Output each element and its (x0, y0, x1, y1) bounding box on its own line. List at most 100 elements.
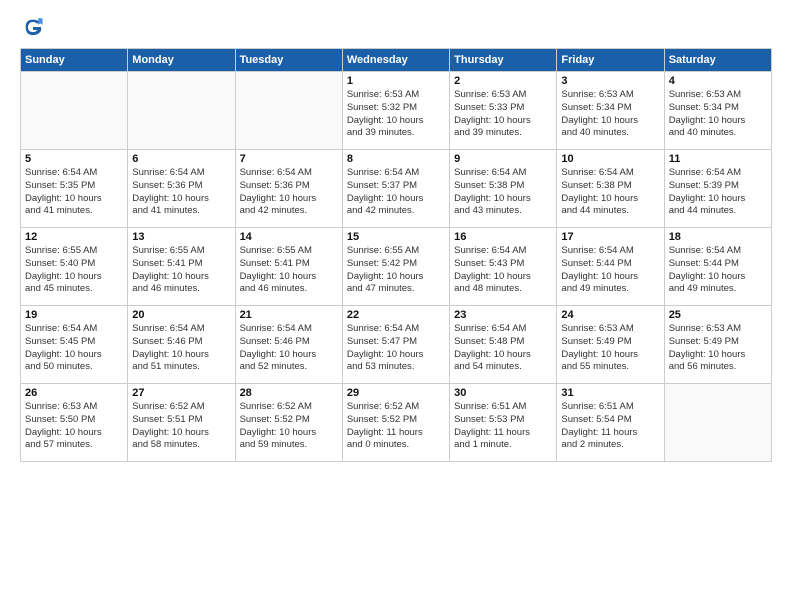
day-number: 14 (240, 231, 338, 243)
day-info: Sunrise: 6:54 AM Sunset: 5:48 PM Dayligh… (454, 323, 552, 374)
weekday-header-monday: Monday (128, 49, 235, 72)
page: SundayMondayTuesdayWednesdayThursdayFrid… (0, 0, 792, 612)
day-info: Sunrise: 6:54 AM Sunset: 5:36 PM Dayligh… (132, 167, 230, 218)
calendar-cell (128, 72, 235, 150)
day-info: Sunrise: 6:55 AM Sunset: 5:41 PM Dayligh… (132, 245, 230, 296)
calendar-cell: 27 Sunrise: 6:52 AM Sunset: 5:51 PM Dayli… (128, 384, 235, 462)
day-info: Sunrise: 6:55 AM Sunset: 5:42 PM Dayligh… (347, 245, 445, 296)
day-info: Sunrise: 6:54 AM Sunset: 5:47 PM Dayligh… (347, 323, 445, 374)
day-info: Sunrise: 6:54 AM Sunset: 5:46 PM Dayligh… (132, 323, 230, 374)
day-info: Sunrise: 6:53 AM Sunset: 5:34 PM Dayligh… (669, 89, 767, 140)
day-number: 17 (561, 231, 659, 243)
calendar-cell: 15 Sunrise: 6:55 AM Sunset: 5:42 PM Dayli… (342, 228, 449, 306)
calendar-cell: 7 Sunrise: 6:54 AM Sunset: 5:36 PM Daylig… (235, 150, 342, 228)
day-info: Sunrise: 6:51 AM Sunset: 5:54 PM Dayligh… (561, 401, 659, 452)
calendar-cell: 13 Sunrise: 6:55 AM Sunset: 5:41 PM Dayli… (128, 228, 235, 306)
day-info: Sunrise: 6:54 AM Sunset: 5:44 PM Dayligh… (669, 245, 767, 296)
calendar-cell: 19 Sunrise: 6:54 AM Sunset: 5:45 PM Dayli… (21, 306, 128, 384)
day-number: 29 (347, 387, 445, 399)
calendar-cell: 23 Sunrise: 6:54 AM Sunset: 5:48 PM Dayli… (450, 306, 557, 384)
calendar-cell: 24 Sunrise: 6:53 AM Sunset: 5:49 PM Dayli… (557, 306, 664, 384)
calendar-cell: 5 Sunrise: 6:54 AM Sunset: 5:35 PM Daylig… (21, 150, 128, 228)
day-number: 7 (240, 153, 338, 165)
day-info: Sunrise: 6:54 AM Sunset: 5:39 PM Dayligh… (669, 167, 767, 218)
day-info: Sunrise: 6:52 AM Sunset: 5:52 PM Dayligh… (240, 401, 338, 452)
day-number: 10 (561, 153, 659, 165)
day-info: Sunrise: 6:55 AM Sunset: 5:40 PM Dayligh… (25, 245, 123, 296)
logo (20, 16, 44, 38)
day-number: 11 (669, 153, 767, 165)
day-number: 5 (25, 153, 123, 165)
calendar-cell: 17Sunrise: 6:54 AM Sunset: 5:44 PM Dayli… (557, 228, 664, 306)
day-number: 27 (132, 387, 230, 399)
calendar-cell: 20 Sunrise: 6:54 AM Sunset: 5:46 PM Dayli… (128, 306, 235, 384)
header (20, 16, 772, 38)
day-number: 15 (347, 231, 445, 243)
calendar-cell (21, 72, 128, 150)
day-info: Sunrise: 6:54 AM Sunset: 5:35 PM Dayligh… (25, 167, 123, 218)
calendar-cell: 1 Sunrise: 6:53 AM Sunset: 5:32 PM Daylig… (342, 72, 449, 150)
day-number: 2 (454, 75, 552, 87)
day-number: 6 (132, 153, 230, 165)
calendar-week-row: 26Sunrise: 6:53 AM Sunset: 5:50 PM Dayli… (21, 384, 772, 462)
calendar-cell: 31 Sunrise: 6:51 AM Sunset: 5:54 PM Dayli… (557, 384, 664, 462)
weekday-header-thursday: Thursday (450, 49, 557, 72)
calendar-cell: 29 Sunrise: 6:52 AM Sunset: 5:52 PM Dayli… (342, 384, 449, 462)
calendar-cell: 12 Sunrise: 6:55 AM Sunset: 5:40 PM Dayli… (21, 228, 128, 306)
day-info: Sunrise: 6:53 AM Sunset: 5:49 PM Dayligh… (669, 323, 767, 374)
day-info: Sunrise: 6:53 AM Sunset: 5:34 PM Dayligh… (561, 89, 659, 140)
day-info: Sunrise: 6:54 AM Sunset: 5:38 PM Dayligh… (454, 167, 552, 218)
day-number: 31 (561, 387, 659, 399)
calendar-cell: 6 Sunrise: 6:54 AM Sunset: 5:36 PM Daylig… (128, 150, 235, 228)
calendar-week-row: 5 Sunrise: 6:54 AM Sunset: 5:35 PM Daylig… (21, 150, 772, 228)
day-info: Sunrise: 6:54 AM Sunset: 5:37 PM Dayligh… (347, 167, 445, 218)
day-info: Sunrise: 6:54 AM Sunset: 5:46 PM Dayligh… (240, 323, 338, 374)
day-info: Sunrise: 6:54 AM Sunset: 5:36 PM Dayligh… (240, 167, 338, 218)
calendar-cell: 11 Sunrise: 6:54 AM Sunset: 5:39 PM Dayli… (664, 150, 771, 228)
day-number: 1 (347, 75, 445, 87)
day-number: 4 (669, 75, 767, 87)
day-number: 19 (25, 309, 123, 321)
day-number: 20 (132, 309, 230, 321)
day-number: 30 (454, 387, 552, 399)
day-info: Sunrise: 6:53 AM Sunset: 5:32 PM Dayligh… (347, 89, 445, 140)
calendar-cell: 9 Sunrise: 6:54 AM Sunset: 5:38 PM Daylig… (450, 150, 557, 228)
calendar-cell: 14 Sunrise: 6:55 AM Sunset: 5:41 PM Dayli… (235, 228, 342, 306)
calendar-cell: 30Sunrise: 6:51 AM Sunset: 5:53 PM Dayli… (450, 384, 557, 462)
weekday-header-sunday: Sunday (21, 49, 128, 72)
calendar-cell: 22 Sunrise: 6:54 AM Sunset: 5:47 PM Dayli… (342, 306, 449, 384)
day-info: Sunrise: 6:54 AM Sunset: 5:45 PM Dayligh… (25, 323, 123, 374)
calendar-week-row: 19 Sunrise: 6:54 AM Sunset: 5:45 PM Dayli… (21, 306, 772, 384)
calendar-cell: 8 Sunrise: 6:54 AM Sunset: 5:37 PM Daylig… (342, 150, 449, 228)
calendar-cell (664, 384, 771, 462)
day-info: Sunrise: 6:52 AM Sunset: 5:51 PM Dayligh… (132, 401, 230, 452)
calendar-cell: 10 Sunrise: 6:54 AM Sunset: 5:38 PM Dayli… (557, 150, 664, 228)
day-number: 8 (347, 153, 445, 165)
day-info: Sunrise: 6:53 AM Sunset: 5:50 PM Dayligh… (25, 401, 123, 452)
day-info: Sunrise: 6:54 AM Sunset: 5:38 PM Dayligh… (561, 167, 659, 218)
day-number: 16 (454, 231, 552, 243)
day-number: 13 (132, 231, 230, 243)
weekday-header-wednesday: Wednesday (342, 49, 449, 72)
weekday-header-friday: Friday (557, 49, 664, 72)
calendar-cell: 21 Sunrise: 6:54 AM Sunset: 5:46 PM Dayli… (235, 306, 342, 384)
day-number: 21 (240, 309, 338, 321)
calendar-cell: 3Sunrise: 6:53 AM Sunset: 5:34 PM Daylig… (557, 72, 664, 150)
day-number: 24 (561, 309, 659, 321)
calendar-cell: 26Sunrise: 6:53 AM Sunset: 5:50 PM Dayli… (21, 384, 128, 462)
day-number: 12 (25, 231, 123, 243)
logo-icon (22, 16, 44, 38)
day-number: 28 (240, 387, 338, 399)
calendar-cell: 25 Sunrise: 6:53 AM Sunset: 5:49 PM Dayli… (664, 306, 771, 384)
day-number: 18 (669, 231, 767, 243)
day-info: Sunrise: 6:52 AM Sunset: 5:52 PM Dayligh… (347, 401, 445, 452)
day-number: 9 (454, 153, 552, 165)
day-number: 22 (347, 309, 445, 321)
calendar-cell (235, 72, 342, 150)
calendar-cell: 2Sunrise: 6:53 AM Sunset: 5:33 PM Daylig… (450, 72, 557, 150)
day-info: Sunrise: 6:53 AM Sunset: 5:49 PM Dayligh… (561, 323, 659, 374)
day-info: Sunrise: 6:55 AM Sunset: 5:41 PM Dayligh… (240, 245, 338, 296)
day-number: 25 (669, 309, 767, 321)
day-number: 23 (454, 309, 552, 321)
calendar-week-row: 12 Sunrise: 6:55 AM Sunset: 5:40 PM Dayli… (21, 228, 772, 306)
